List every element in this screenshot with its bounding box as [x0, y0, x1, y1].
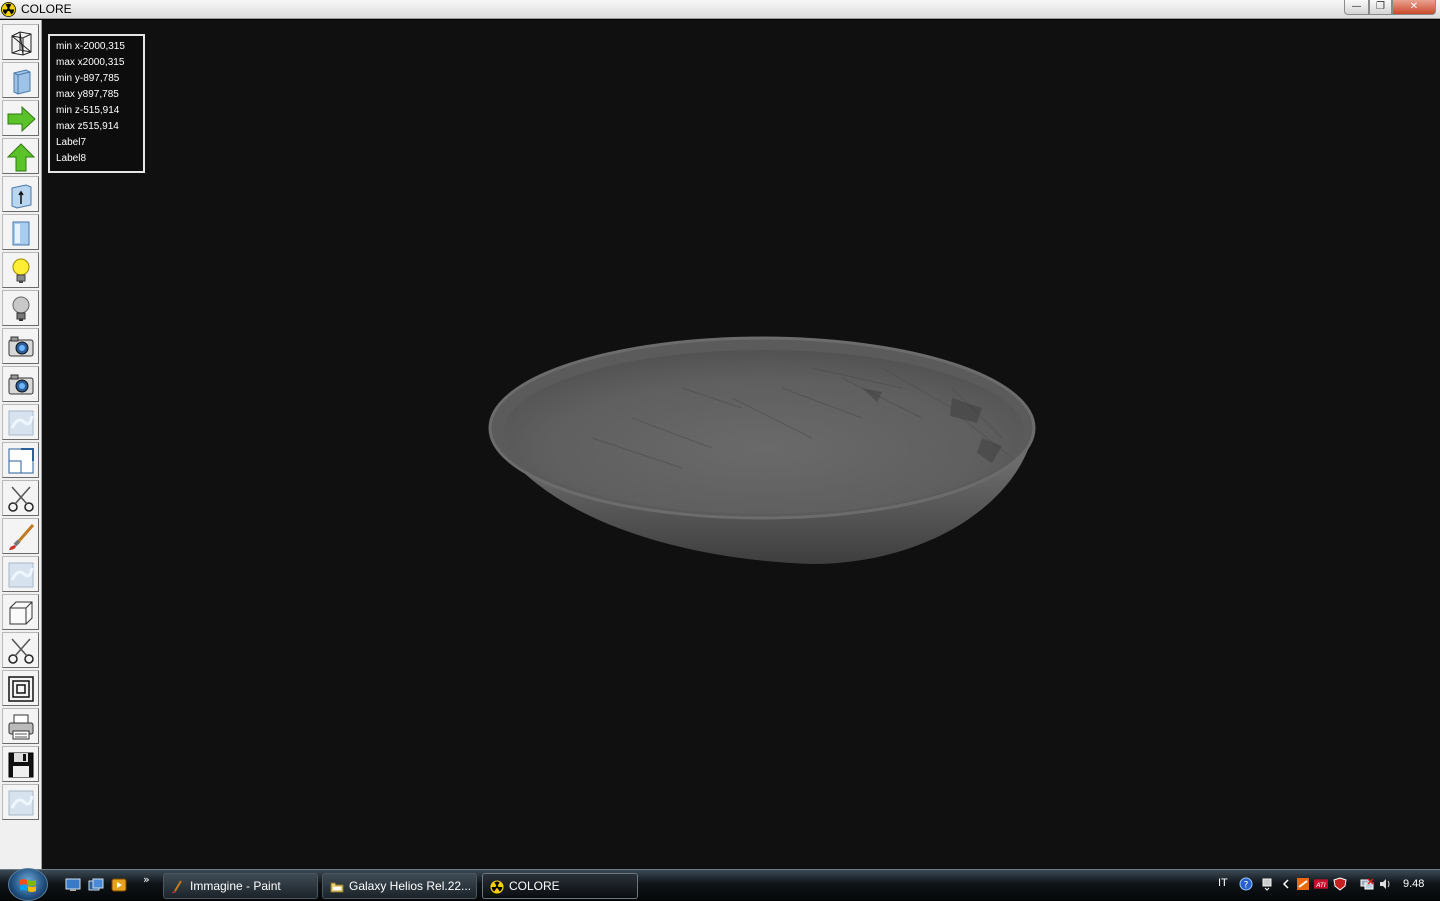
wireframe-icon [11, 31, 32, 56]
show-desktop-icon[interactable] [65, 878, 81, 892]
light-on-icon [12, 258, 30, 283]
max-y-label: max y897,785 [56, 89, 119, 100]
brush-icon [9, 524, 35, 550]
min-x-label: min x-2000,315 [56, 41, 125, 52]
paint-icon [172, 880, 182, 893]
bowl-model [488, 336, 1036, 564]
maximize-button[interactable]: ❐ [1369, 0, 1392, 15]
tool-print-button[interactable] [2, 708, 39, 744]
window-title: COLORE [21, 2, 72, 16]
radiation-icon [490, 880, 504, 894]
minimize-button[interactable]: — [1344, 0, 1369, 15]
max-z-label: max z515,914 [56, 121, 119, 132]
help-icon[interactable]: ? [1239, 877, 1253, 891]
tool-camera-button[interactable] [2, 328, 39, 364]
concentric-squares-icon [8, 676, 34, 702]
task-paint[interactable]: Immagine - Paint [163, 873, 318, 899]
tool-box-axis-button[interactable] [2, 176, 39, 212]
app-tray-icon[interactable] [1296, 877, 1310, 891]
close-button[interactable]: ✕ [1392, 0, 1436, 15]
shield-icon[interactable] [1333, 877, 1347, 891]
task-colore[interactable]: COLORE [482, 873, 638, 899]
printer-icon [8, 714, 34, 740]
folder-icon [330, 882, 344, 893]
tool-split-view-button[interactable] [2, 442, 39, 478]
bounds-info-panel: min x-2000,315 max x2000,315 min y-897,7… [48, 34, 145, 173]
scissors-alt-icon [8, 638, 34, 664]
clock[interactable]: 9.48 [1403, 878, 1424, 890]
windows-logo-icon [20, 879, 36, 892]
tool-move-up-button[interactable] [2, 138, 39, 174]
tray-settings-icon[interactable] [1260, 877, 1274, 891]
camera-alt-icon [8, 374, 34, 395]
arrow-right-icon [7, 105, 36, 133]
tool-texture-alt-button[interactable] [2, 556, 39, 592]
svg-text:?: ? [1244, 881, 1249, 891]
task-paint-label: Immagine - Paint [190, 879, 281, 893]
tool-save-button[interactable] [2, 746, 39, 782]
tool-texture-button[interactable] [2, 404, 39, 440]
taskbar: » Immagine - Paint Galaxy Helios Rel.22.… [0, 868, 1440, 901]
tool-wireframe-button[interactable] [2, 24, 39, 60]
max-x-label: max x2000,315 [56, 57, 125, 68]
floppy-save-icon [8, 752, 34, 778]
volume-icon[interactable] [1378, 877, 1392, 891]
texture-alt-icon [8, 562, 34, 588]
tool-solid-button[interactable] [2, 62, 39, 98]
label7: Label7 [56, 137, 87, 148]
switch-windows-icon[interactable] [88, 878, 104, 892]
task-galaxy-helios[interactable]: Galaxy Helios Rel.22... [322, 873, 477, 899]
tool-move-right-button[interactable] [2, 100, 39, 136]
start-button[interactable] [8, 868, 48, 901]
network-icon[interactable] [1360, 877, 1374, 891]
chevron-left-icon[interactable] [1279, 877, 1293, 891]
scissors-icon [8, 486, 34, 512]
tool-texture-third-button[interactable] [2, 784, 39, 820]
media-player-icon[interactable] [111, 878, 127, 892]
camera-icon [8, 336, 34, 357]
3d-viewport[interactable] [42, 20, 1440, 869]
task-galaxy-label: Galaxy Helios Rel.22... [349, 879, 472, 893]
tool-brush-button[interactable] [2, 518, 39, 554]
cylinder-icon [12, 221, 30, 246]
solid-block-icon [13, 69, 31, 95]
tool-light-off-button[interactable] [2, 290, 39, 326]
quicklaunch-more-button[interactable]: » [143, 873, 150, 886]
label8: Label8 [56, 153, 87, 164]
min-z-label: min z-515,914 [56, 105, 120, 116]
tool-light-on-button[interactable] [2, 252, 39, 288]
texture-icon [8, 410, 34, 436]
cube-icon [9, 601, 33, 625]
tool-camera-alt-button[interactable] [2, 366, 39, 402]
tool-strip [0, 20, 42, 869]
light-off-icon [12, 296, 30, 321]
split-view-icon [8, 448, 34, 474]
tool-cylinder-button[interactable] [2, 214, 39, 250]
ati-icon[interactable]: ATI [1314, 877, 1328, 891]
box-axis-icon [11, 184, 32, 209]
tool-offset-button[interactable] [2, 670, 39, 706]
arrow-up-icon [6, 143, 36, 172]
system-tray: IT ? ATI 9.48 [1210, 870, 1440, 901]
task-colore-label: COLORE [509, 879, 560, 893]
tool-cube-button[interactable] [2, 594, 39, 630]
language-indicator[interactable]: IT [1218, 877, 1228, 889]
window-titlebar[interactable]: COLORE — ❐ ✕ [0, 0, 1440, 19]
texture-third-icon [8, 790, 34, 816]
svg-text:ATI: ATI [1315, 882, 1326, 889]
min-y-label: min y-897,785 [56, 73, 120, 84]
tool-cut-alt-button[interactable] [2, 632, 39, 668]
radiation-icon [1, 2, 16, 17]
tool-cut-button[interactable] [2, 480, 39, 516]
